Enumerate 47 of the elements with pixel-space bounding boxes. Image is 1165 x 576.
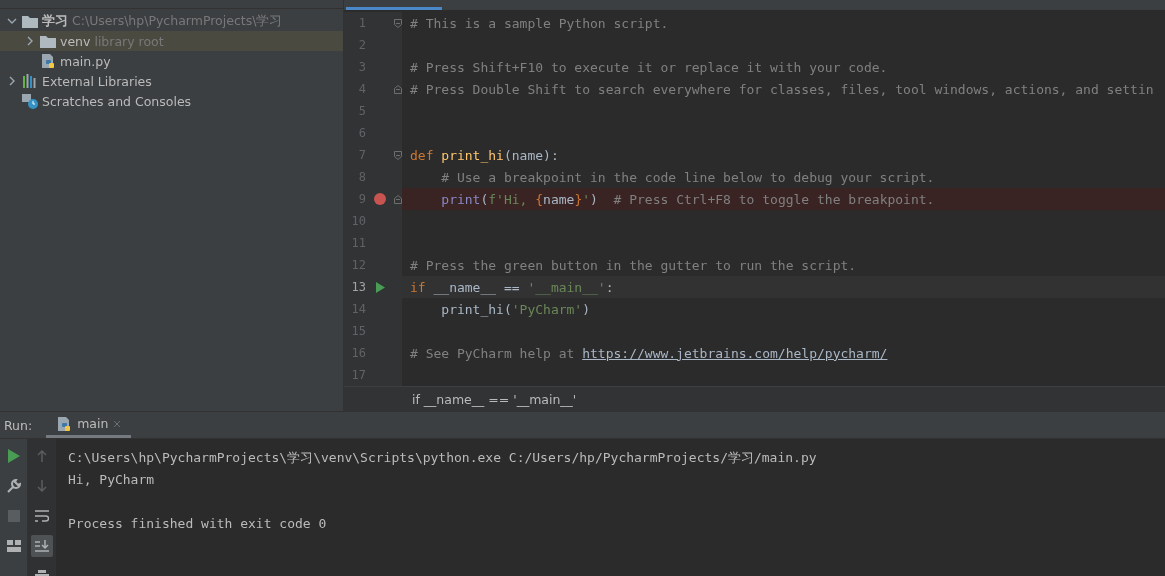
code-line: # Press Double Shift to search everywhere for classes, files, tool windows, actions, and settin <box>409 81 1154 97</box>
close-icon[interactable] <box>113 419 122 428</box>
scratches-icon <box>22 93 38 109</box>
stop-icon <box>7 510 20 522</box>
soft-wrap-icon <box>34 510 49 522</box>
tree-item[interactable]: Scratches and Consoles <box>0 91 343 111</box>
play-icon <box>7 449 20 463</box>
tree-item[interactable]: External Libraries <box>0 71 343 91</box>
console-output-line: C:\Users\hp\PycharmProjects\学习\venv\Scripts\python.exe C:/Users/hp/PycharmProjects/学习/main.py <box>68 449 818 467</box>
code-line: def print_hi(name): <box>409 147 559 163</box>
tree-item-label: main.py <box>60 53 111 69</box>
breakpoint-icon[interactable] <box>374 193 386 205</box>
line-number: 13 <box>350 280 366 294</box>
console-output-line: Process finished with exit code 0 <box>68 515 328 533</box>
fold-marker-icon[interactable] <box>394 194 402 204</box>
code-line: if __name__ == '__main__': <box>409 279 614 295</box>
layout-icon <box>6 540 21 552</box>
tree-item-label: Scratches and Consoles <box>42 93 192 109</box>
run-gutter-icon[interactable] <box>375 281 385 293</box>
folder-icon <box>22 14 38 28</box>
down-arrow-icon <box>36 480 47 492</box>
tree-item-label: External Libraries <box>42 73 152 89</box>
run-tab[interactable]: main <box>46 412 132 438</box>
folder-icon <box>40 34 56 48</box>
breadcrumb[interactable]: if __name__ == '__main__' <box>412 391 577 407</box>
wrench-icon <box>6 479 21 493</box>
fold-marker-icon[interactable] <box>394 150 402 160</box>
code-line: print_hi('PyCharm') <box>440 301 591 317</box>
libraries-icon <box>22 74 38 88</box>
code-line: # Press Shift+F10 to execute it or replace it with your code. <box>409 59 888 75</box>
code-line: # See PyCharm help at https://www.jetbrains.com/help/pycharm/ <box>409 345 888 361</box>
fold-marker-icon[interactable] <box>394 18 402 28</box>
code-line: print(f'Hi, {name}') # Press Ctrl+F8 to toggle the breakpoint. <box>440 191 935 207</box>
tree-item-label: 学习 <box>42 12 68 30</box>
python-file-icon <box>56 415 73 432</box>
scroll-to-end-icon <box>34 540 49 552</box>
console-output-line: Hi, PyCharm <box>68 471 156 489</box>
tree-item[interactable]: main.py <box>0 51 343 71</box>
scroll-to-end-button[interactable] <box>30 535 53 557</box>
code-line: # Use a breakpoint in the code line below to debug your script. <box>440 169 935 185</box>
fold-marker-icon[interactable] <box>394 84 402 94</box>
code-line: # Press the green button in the gutter to run the script. <box>409 257 857 273</box>
code-line: # This is a sample Python script. <box>409 15 669 31</box>
up-arrow-icon <box>36 450 47 462</box>
run-panel-label: Run: <box>4 417 33 433</box>
python-file-icon <box>40 53 56 69</box>
tree-item-label: venv <box>60 33 91 49</box>
